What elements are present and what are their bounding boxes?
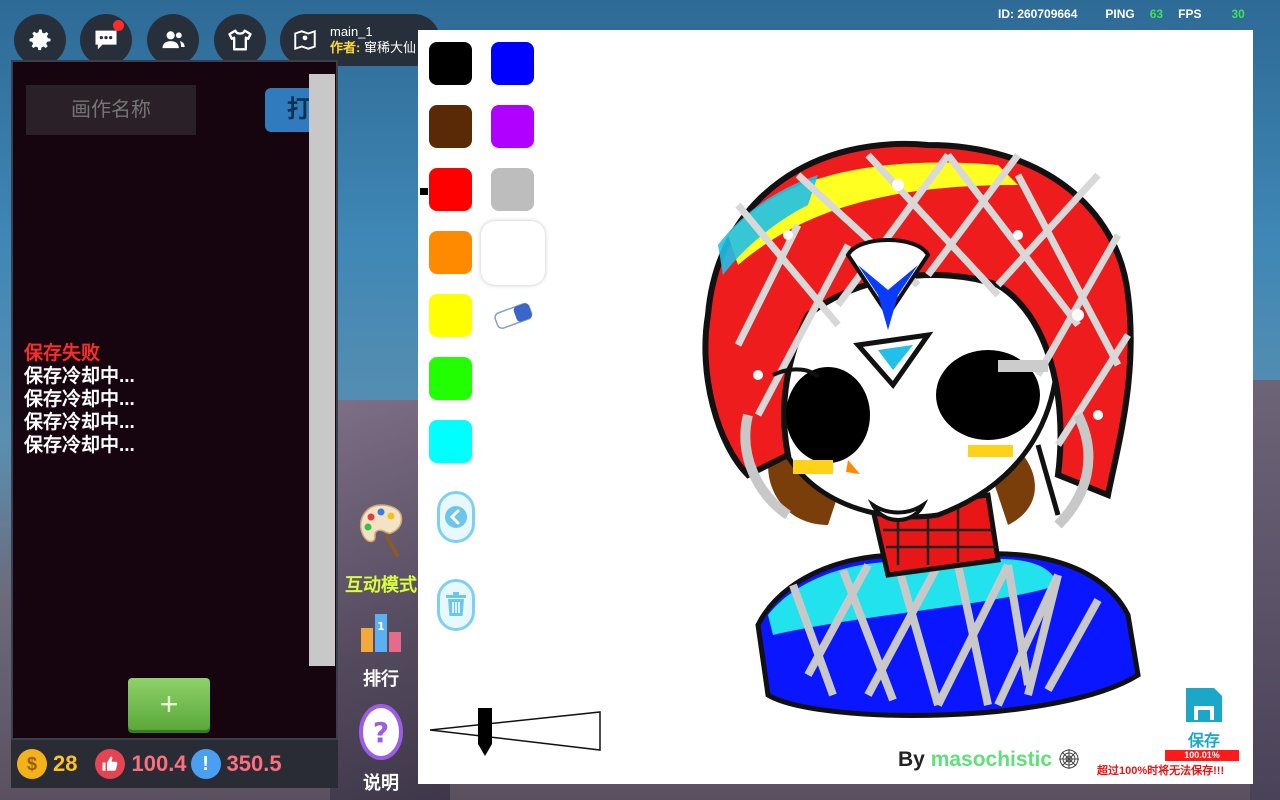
panel-scrollbar[interactable]: [309, 74, 335, 666]
byline-prefix: By: [898, 748, 931, 771]
undo-button[interactable]: [437, 491, 475, 543]
trash-icon: [446, 592, 466, 616]
thumbs-up-icon: [95, 749, 126, 779]
author-name: 窜稀大仙: [363, 40, 416, 55]
ranking-icon: 1: [361, 614, 401, 652]
stats-bar: $ 28 100.4 ! 350.5: [11, 740, 338, 788]
map-info[interactable]: main_1 作者: 窜稀大仙: [280, 14, 440, 66]
like-count: 100.4: [131, 751, 187, 776]
friends-button[interactable]: [147, 14, 199, 66]
artwork-drawing: [702, 141, 1141, 718]
artwork-panel: 打 保存失败 保存冷却中... 保存冷却中... 保存冷却中... 保存冷却中.…: [11, 60, 338, 740]
background-mountain-right: [1250, 380, 1280, 800]
save-button[interactable]: 保存: [1182, 684, 1226, 751]
ranking-button[interactable]: 1 排行: [342, 608, 420, 691]
exclamation-icon: !: [190, 749, 221, 779]
message-log: 保存失败 保存冷却中... 保存冷却中... 保存冷却中... 保存冷却中...: [24, 342, 135, 457]
log-message: 保存冷却中...: [24, 366, 135, 387]
interactive-mode-button[interactable]: 互动模式: [342, 500, 420, 597]
chat-button[interactable]: [80, 14, 132, 66]
help-icon: ?: [359, 704, 403, 760]
back-arrow-icon: [445, 506, 467, 528]
eraser-icon[interactable]: [491, 300, 535, 330]
spider-web-icon: [1058, 749, 1079, 769]
add-button[interactable]: +: [128, 678, 210, 730]
palette-icon: [359, 504, 403, 557]
save-warning: 超过100%时将无法保存!!!: [1097, 765, 1225, 777]
color-swatch-purple[interactable]: [491, 105, 534, 148]
help-label: 说明: [363, 773, 399, 793]
artwork-name-input[interactable]: [26, 85, 196, 135]
color-swatch-orange[interactable]: [429, 231, 472, 274]
shirt-icon: [228, 29, 252, 51]
artist-name: masochistic: [930, 748, 1053, 771]
color-swatch-yellow[interactable]: [429, 294, 472, 337]
settings-button[interactable]: [14, 14, 66, 66]
ping-label: PING: [1105, 7, 1135, 21]
coin-icon: $: [17, 749, 47, 779]
player-id: ID: 260709664: [998, 7, 1078, 21]
status-readout: ID: 260709664 PING 63 FPS 30: [998, 7, 1245, 21]
svg-text:1: 1: [377, 620, 385, 633]
color-swatch-green[interactable]: [429, 357, 472, 400]
selected-color-marker: [420, 188, 428, 195]
ranking-label: 排行: [363, 669, 399, 689]
coin-count: 28: [53, 751, 78, 776]
color-swatch-blue[interactable]: [491, 42, 534, 85]
friends-icon: [162, 31, 185, 49]
clear-canvas-button[interactable]: [437, 579, 475, 631]
artist-byline: By masochistic: [898, 748, 1080, 772]
color-swatch-brown[interactable]: [429, 105, 472, 148]
color-swatch-cyan[interactable]: [429, 420, 472, 463]
save-disk-icon: [1186, 688, 1222, 722]
color-swatch-gray[interactable]: [491, 168, 534, 211]
brush-size-slider[interactable]: [430, 704, 602, 762]
fps-label: FPS: [1178, 7, 1202, 21]
log-message: 保存冷却中...: [24, 389, 135, 410]
author-label: 作者:: [330, 40, 361, 55]
map-pin-icon: [294, 29, 316, 51]
color-swatch-black[interactable]: [429, 42, 472, 85]
color-swatch-red[interactable]: [429, 168, 472, 211]
save-failed-message: 保存失败: [24, 343, 101, 364]
save-usage-bar: 100.01%: [1165, 750, 1239, 761]
map-name: main_1: [330, 24, 373, 39]
drawing-canvas[interactable]: By masochistic 保存 100.01% 超过100%时将无法保存!!…: [418, 30, 1253, 784]
save-label: 保存: [1187, 733, 1220, 750]
notification-dot: [113, 20, 124, 31]
fps-value: 30: [1231, 7, 1245, 21]
alert-count: 350.5: [226, 751, 282, 776]
map-author: 作者: 窜稀大仙: [330, 40, 416, 56]
log-message: 保存冷却中...: [24, 435, 135, 456]
svg-text:?: ?: [373, 716, 389, 749]
color-swatch-white[interactable]: [481, 221, 545, 285]
interactive-mode-label: 互动模式: [345, 575, 417, 595]
wardrobe-button[interactable]: [214, 14, 266, 66]
ping-value: 63: [1149, 7, 1164, 21]
log-message: 保存冷却中...: [24, 412, 135, 433]
gear-icon: [29, 29, 51, 51]
help-button[interactable]: ? 说明: [342, 704, 420, 795]
